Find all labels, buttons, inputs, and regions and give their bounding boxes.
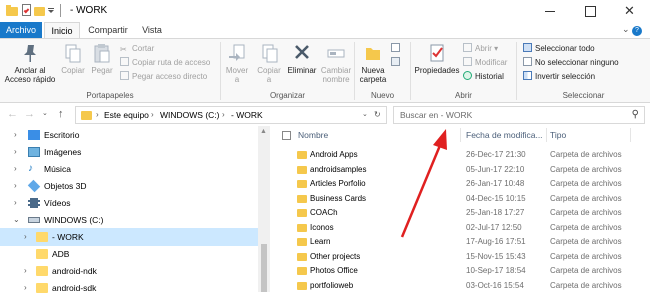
annotation-arrow xyxy=(400,129,447,238)
explorer-window: - WORK ✕ Archivo Inicio Compartir Vista … xyxy=(0,0,650,293)
arrow-head xyxy=(433,129,447,150)
arrow-shaft xyxy=(400,142,443,238)
